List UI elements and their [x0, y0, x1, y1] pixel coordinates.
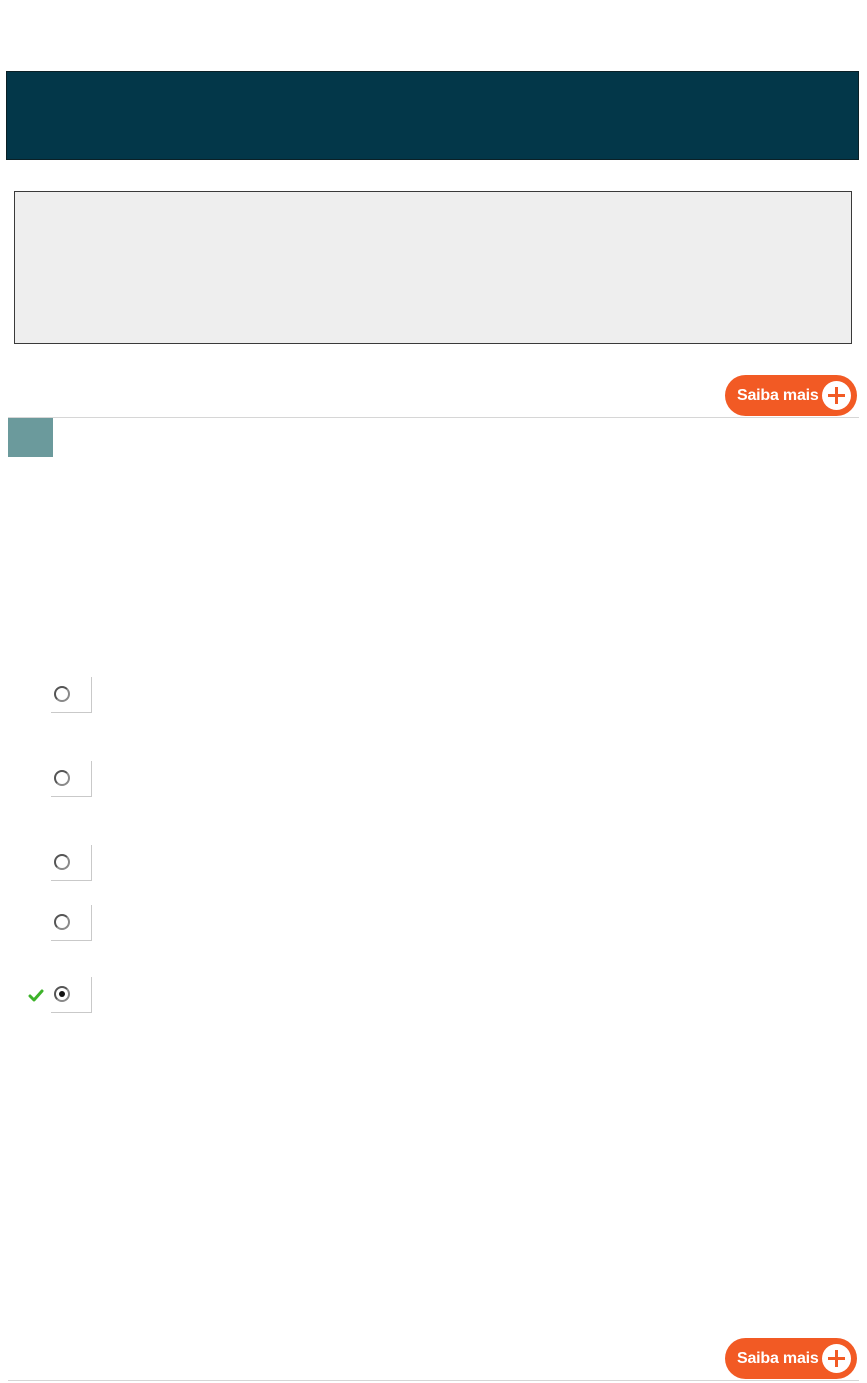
answer-option[interactable]: [51, 761, 92, 797]
plus-circle-icon: [822, 1344, 851, 1373]
info-panel: [14, 191, 852, 344]
radio-icon[interactable]: [54, 686, 70, 702]
radio-icon[interactable]: [54, 770, 70, 786]
saiba-mais-button[interactable]: Saiba mais: [725, 1338, 857, 1379]
saiba-mais-button[interactable]: Saiba mais: [725, 375, 857, 416]
plus-circle-icon: [822, 381, 851, 410]
checkmark-icon: [28, 989, 44, 1003]
radio-icon[interactable]: [54, 854, 70, 870]
answer-option-selected[interactable]: [51, 977, 92, 1013]
radio-icon[interactable]: [54, 914, 70, 930]
saiba-mais-label: Saiba mais: [737, 386, 819, 404]
header-bar: [6, 71, 859, 160]
divider: [8, 1380, 859, 1381]
answer-option[interactable]: [51, 845, 92, 881]
answer-option[interactable]: [51, 677, 92, 713]
question-number-badge: [8, 418, 53, 457]
divider: [8, 417, 859, 418]
saiba-mais-label: Saiba mais: [737, 1349, 819, 1367]
answer-option[interactable]: [51, 905, 92, 941]
radio-icon[interactable]: [54, 986, 70, 1002]
